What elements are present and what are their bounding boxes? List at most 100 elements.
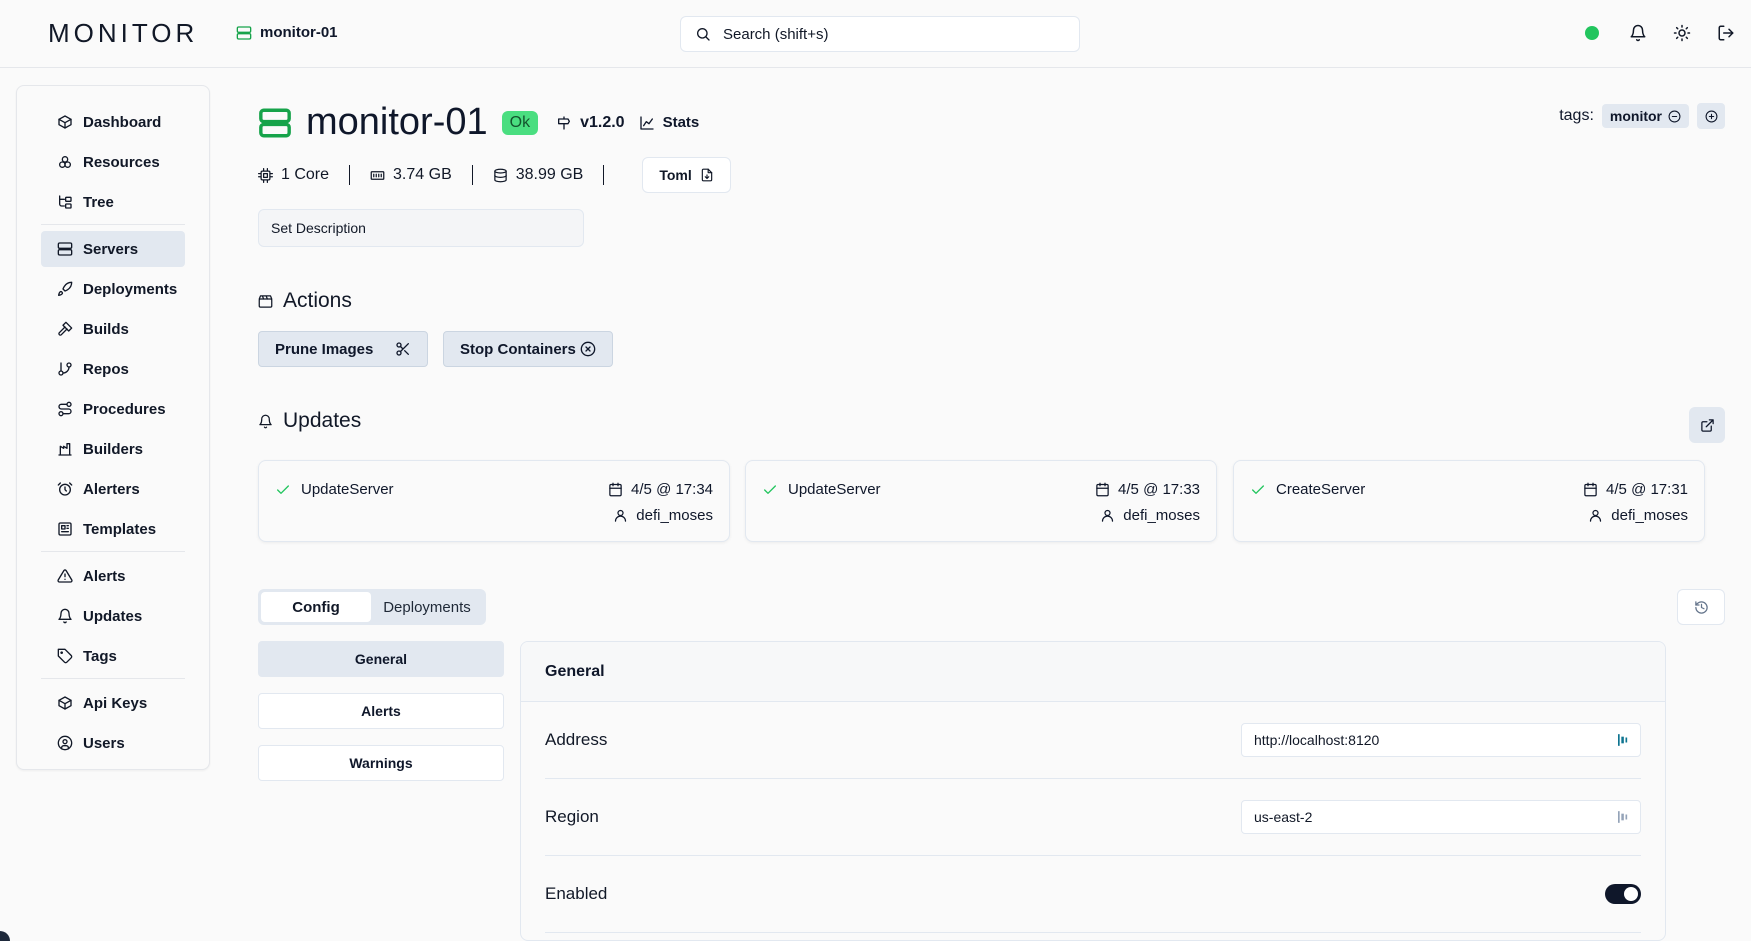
sidebar-item-label: Tags bbox=[83, 647, 117, 665]
toml-button[interactable]: Toml bbox=[642, 157, 731, 193]
sidebar-item-label: Servers bbox=[83, 240, 139, 258]
time-value: 4/5 @ 17:31 bbox=[1606, 481, 1688, 498]
sidebar-item-tree[interactable]: Tree bbox=[41, 184, 185, 220]
cpu-value: 1 Core bbox=[281, 166, 330, 183]
sidebar-item-label: Repos bbox=[83, 360, 129, 378]
updates-heading: Updates bbox=[258, 409, 361, 433]
memory-value: 3.74 GB bbox=[393, 166, 452, 183]
sidebar-item-servers[interactable]: Servers bbox=[41, 231, 185, 267]
plus-circle-icon bbox=[1705, 110, 1718, 123]
toml-label: Toml bbox=[659, 167, 692, 183]
operation-label: UpdateServer bbox=[301, 481, 394, 498]
sidebar-item-dashboard[interactable]: Dashboard bbox=[41, 104, 185, 140]
alert-triangle-icon bbox=[57, 568, 73, 584]
calendar-icon bbox=[608, 482, 623, 497]
calendar-icon bbox=[1095, 482, 1110, 497]
stop-containers-button[interactable]: Stop Containers bbox=[443, 331, 613, 367]
bell-icon[interactable] bbox=[1629, 24, 1647, 42]
region-input[interactable]: us-east-2 bbox=[1241, 800, 1641, 834]
sidebar-item-users[interactable]: Users bbox=[41, 725, 185, 761]
search-input[interactable]: Search (shift+s) bbox=[680, 16, 1080, 52]
tag-icon bbox=[57, 648, 73, 664]
time-value: 4/5 @ 17:33 bbox=[1118, 481, 1200, 498]
update-card[interactable]: UpdateServer 4/5 @ 17:34 defi_moses bbox=[258, 460, 730, 542]
tag-chip[interactable]: monitor bbox=[1601, 104, 1689, 128]
cpu-icon bbox=[258, 167, 273, 183]
sidebar-item-label: Templates bbox=[83, 520, 157, 538]
server-icon bbox=[258, 106, 292, 140]
server-specs: 1 Core 3.74 GB 38.99 GB Toml bbox=[258, 157, 731, 193]
sidebar-item-alerts[interactable]: Alerts bbox=[41, 558, 185, 594]
tree-icon bbox=[57, 194, 73, 210]
logout-icon[interactable] bbox=[1717, 24, 1735, 42]
minus-circle-icon[interactable] bbox=[1668, 110, 1681, 123]
tab-deployments[interactable]: Deployments bbox=[371, 592, 483, 622]
window-corner bbox=[0, 931, 10, 941]
sidebar-item-api-keys[interactable]: Api Keys bbox=[41, 685, 185, 721]
password-manager-icon[interactable] bbox=[1618, 810, 1628, 824]
history-button[interactable] bbox=[1677, 589, 1725, 625]
app-logo[interactable]: MONITOR bbox=[48, 18, 198, 49]
update-time: 4/5 @ 17:34 bbox=[608, 481, 713, 498]
actions-heading: Actions bbox=[258, 289, 352, 313]
stats-label: Stats bbox=[662, 114, 700, 131]
password-manager-icon[interactable] bbox=[1618, 733, 1628, 747]
section-warnings[interactable]: Warnings bbox=[258, 745, 504, 781]
button-label: Stop Containers bbox=[460, 340, 576, 358]
address-input[interactable]: http://localhost:8120 bbox=[1241, 723, 1641, 757]
sidebar-item-repos[interactable]: Repos bbox=[41, 351, 185, 387]
spec-divider bbox=[349, 165, 351, 185]
git-branch-icon bbox=[57, 361, 73, 377]
sidebar-item-label: Deployments bbox=[83, 280, 178, 298]
description-placeholder: Set Description bbox=[271, 220, 366, 236]
sidebar-item-builds[interactable]: Builds bbox=[41, 311, 185, 347]
sidebar-item-builders[interactable]: Builders bbox=[41, 431, 185, 467]
update-operation: UpdateServer bbox=[275, 481, 394, 498]
search-placeholder: Search (shift+s) bbox=[723, 25, 829, 43]
factory-icon bbox=[57, 441, 73, 457]
version-label: v1.2.0 bbox=[580, 113, 625, 131]
breadcrumb[interactable]: monitor-01 bbox=[236, 24, 338, 41]
breadcrumb-server[interactable]: monitor-01 bbox=[260, 24, 338, 41]
sidebar: Dashboard Resources Tree Servers Deploym… bbox=[16, 85, 210, 770]
description-field[interactable]: Set Description bbox=[258, 209, 584, 247]
bell-icon bbox=[57, 608, 73, 624]
sun-icon[interactable] bbox=[1673, 24, 1691, 42]
address-value: http://localhost:8120 bbox=[1254, 732, 1380, 748]
top-actions bbox=[1585, 24, 1751, 42]
route-icon bbox=[57, 401, 73, 417]
operation-label: UpdateServer bbox=[788, 481, 881, 498]
database-icon bbox=[493, 168, 508, 183]
rocket-icon bbox=[57, 281, 73, 297]
enabled-toggle[interactable] bbox=[1605, 884, 1641, 904]
sidebar-item-alerters[interactable]: Alerters bbox=[41, 471, 185, 507]
section-alerts[interactable]: Alerts bbox=[258, 693, 504, 729]
sidebar-item-deployments[interactable]: Deployments bbox=[41, 271, 185, 307]
prune-images-button[interactable]: Prune Images bbox=[258, 331, 428, 367]
spec-divider bbox=[471, 165, 473, 185]
sidebar-item-resources[interactable]: Resources bbox=[41, 144, 185, 180]
bell-icon bbox=[258, 414, 273, 429]
config-panel: General Address http://localhost:8120 Re… bbox=[520, 641, 1666, 941]
update-user: defi_moses bbox=[1588, 507, 1688, 524]
add-tag-button[interactable] bbox=[1697, 103, 1725, 129]
tab-config[interactable]: Config bbox=[261, 592, 371, 622]
sidebar-item-templates[interactable]: Templates bbox=[41, 511, 185, 547]
sidebar-item-tags[interactable]: Tags bbox=[41, 638, 185, 674]
sidebar-item-label: Dashboard bbox=[83, 113, 162, 131]
sidebar-item-label: Updates bbox=[83, 607, 143, 625]
section-general[interactable]: General bbox=[258, 641, 504, 677]
address-label: Address bbox=[545, 730, 608, 749]
update-card[interactable]: UpdateServer 4/5 @ 17:33 defi_moses bbox=[745, 460, 1217, 542]
sidebar-item-updates[interactable]: Updates bbox=[41, 598, 185, 634]
update-card[interactable]: CreateServer 4/5 @ 17:31 defi_moses bbox=[1233, 460, 1705, 542]
open-updates-button[interactable] bbox=[1689, 407, 1725, 443]
button-label: Prune Images bbox=[275, 340, 374, 358]
chart-icon bbox=[639, 115, 655, 131]
sidebar-item-procedures[interactable]: Procedures bbox=[41, 391, 185, 427]
update-time: 4/5 @ 17:33 bbox=[1095, 481, 1200, 498]
stats-link[interactable]: Stats bbox=[639, 114, 700, 131]
update-time: 4/5 @ 17:31 bbox=[1583, 481, 1688, 498]
actions-title: Actions bbox=[283, 289, 352, 312]
sidebar-item-label: Builders bbox=[83, 440, 144, 458]
